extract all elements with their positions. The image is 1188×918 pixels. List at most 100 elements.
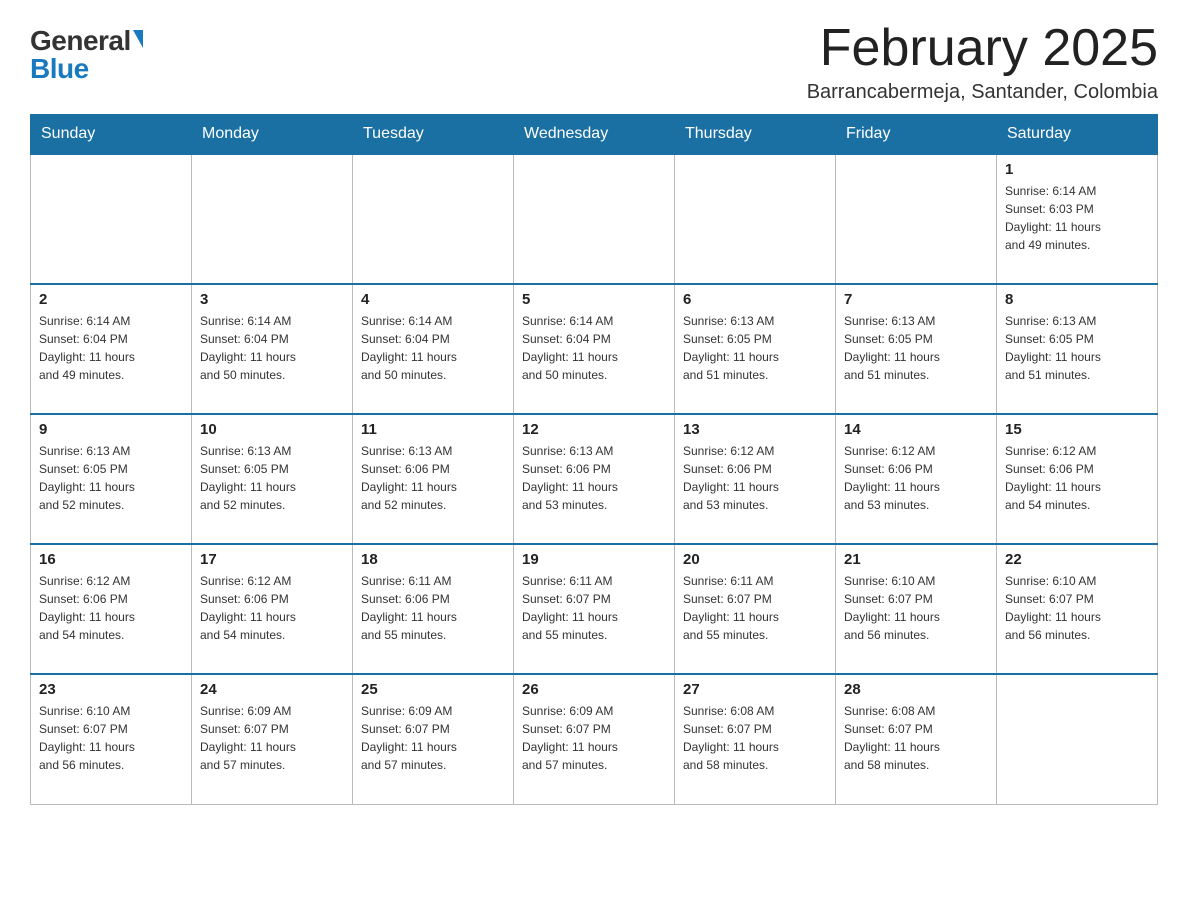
day-info: Sunrise: 6:13 AMSunset: 6:05 PMDaylight:… <box>844 312 988 384</box>
day-number: 13 <box>683 421 827 438</box>
day-number: 8 <box>1005 291 1149 308</box>
calendar-day-header: Wednesday <box>514 115 675 155</box>
calendar-cell: 20 Sunrise: 6:11 AMSunset: 6:07 PMDayligh… <box>675 544 836 674</box>
calendar-week-row: 1 Sunrise: 6:14 AMSunset: 6:03 PMDaylight… <box>31 154 1158 284</box>
month-title: February 2025 <box>807 20 1158 77</box>
day-info: Sunrise: 6:14 AMSunset: 6:04 PMDaylight:… <box>200 312 344 384</box>
calendar-cell: 14 Sunrise: 6:12 AMSunset: 6:06 PMDayligh… <box>836 414 997 544</box>
day-info: Sunrise: 6:08 AMSunset: 6:07 PMDaylight:… <box>683 702 827 774</box>
calendar-cell <box>997 674 1158 804</box>
day-info: Sunrise: 6:13 AMSunset: 6:05 PMDaylight:… <box>200 442 344 514</box>
day-info: Sunrise: 6:13 AMSunset: 6:06 PMDaylight:… <box>361 442 505 514</box>
day-number: 21 <box>844 551 988 568</box>
day-info: Sunrise: 6:11 AMSunset: 6:07 PMDaylight:… <box>522 572 666 644</box>
calendar-cell: 2 Sunrise: 6:14 AMSunset: 6:04 PMDaylight… <box>31 284 192 414</box>
day-info: Sunrise: 6:14 AMSunset: 6:04 PMDaylight:… <box>522 312 666 384</box>
calendar-cell <box>31 154 192 284</box>
calendar-cell: 15Sunrise: 6:12 AMSunset: 6:06 PMDayligh… <box>997 414 1158 544</box>
logo-blue-text: Blue <box>30 53 89 85</box>
calendar-cell: 4 Sunrise: 6:14 AMSunset: 6:04 PMDaylight… <box>353 284 514 414</box>
calendar-header-row: SundayMondayTuesdayWednesdayThursdayFrid… <box>31 115 1158 155</box>
day-info: Sunrise: 6:14 AMSunset: 6:03 PMDaylight:… <box>1005 182 1149 254</box>
calendar-cell <box>514 154 675 284</box>
day-number: 23 <box>39 681 183 698</box>
calendar-cell: 8 Sunrise: 6:13 AMSunset: 6:05 PMDaylight… <box>997 284 1158 414</box>
calendar-day-header: Thursday <box>675 115 836 155</box>
calendar-cell: 7 Sunrise: 6:13 AMSunset: 6:05 PMDaylight… <box>836 284 997 414</box>
calendar-cell: 26Sunrise: 6:09 AMSunset: 6:07 PMDayligh… <box>514 674 675 804</box>
day-info: Sunrise: 6:13 AMSunset: 6:06 PMDaylight:… <box>522 442 666 514</box>
calendar-cell: 16 Sunrise: 6:12 AMSunset: 6:06 PMDayligh… <box>31 544 192 674</box>
calendar-cell: 17 Sunrise: 6:12 AMSunset: 6:06 PMDayligh… <box>192 544 353 674</box>
day-info: Sunrise: 6:10 AMSunset: 6:07 PMDaylight:… <box>39 702 183 774</box>
calendar-cell: 13 Sunrise: 6:12 AMSunset: 6:06 PMDayligh… <box>675 414 836 544</box>
day-number: 16 <box>39 551 183 568</box>
day-info: Sunrise: 6:13 AMSunset: 6:05 PMDaylight:… <box>1005 312 1149 384</box>
day-number: 6 <box>683 291 827 308</box>
calendar-cell: 5 Sunrise: 6:14 AMSunset: 6:04 PMDaylight… <box>514 284 675 414</box>
calendar-cell: 10 Sunrise: 6:13 AMSunset: 6:05 PMDayligh… <box>192 414 353 544</box>
day-info: Sunrise: 6:09 AMSunset: 6:07 PMDaylight:… <box>200 702 344 774</box>
logo-triangle-icon <box>133 30 143 48</box>
day-number: 9 <box>39 421 183 438</box>
calendar-cell: 9 Sunrise: 6:13 AMSunset: 6:05 PMDaylight… <box>31 414 192 544</box>
day-info: Sunrise: 6:12 AMSunset: 6:06 PMDaylight:… <box>200 572 344 644</box>
logo: General Blue <box>30 20 143 85</box>
day-number: 28 <box>844 681 988 698</box>
day-number: 4 <box>361 291 505 308</box>
calendar-day-header: Tuesday <box>353 115 514 155</box>
calendar-day-header: Saturday <box>997 115 1158 155</box>
day-number: 1 <box>1005 161 1149 178</box>
day-info: Sunrise: 6:13 AMSunset: 6:05 PMDaylight:… <box>683 312 827 384</box>
day-number: 5 <box>522 291 666 308</box>
day-number: 17 <box>200 551 344 568</box>
calendar-cell: 27 Sunrise: 6:08 AMSunset: 6:07 PMDayligh… <box>675 674 836 804</box>
day-number: 11 <box>361 421 505 438</box>
calendar-table: SundayMondayTuesdayWednesdayThursdayFrid… <box>30 114 1158 805</box>
calendar-week-row: 9 Sunrise: 6:13 AMSunset: 6:05 PMDaylight… <box>31 414 1158 544</box>
page-header: General Blue February 2025 Barrancaberme… <box>30 20 1158 104</box>
calendar-cell: 23 Sunrise: 6:10 AMSunset: 6:07 PMDayligh… <box>31 674 192 804</box>
day-info: Sunrise: 6:09 AMSunset: 6:07 PMDaylight:… <box>361 702 505 774</box>
day-info: Sunrise: 6:14 AMSunset: 6:04 PMDaylight:… <box>361 312 505 384</box>
calendar-cell: 28Sunrise: 6:08 AMSunset: 6:07 PMDayligh… <box>836 674 997 804</box>
calendar-cell: 21 Sunrise: 6:10 AMSunset: 6:07 PMDayligh… <box>836 544 997 674</box>
day-info: Sunrise: 6:11 AMSunset: 6:07 PMDaylight:… <box>683 572 827 644</box>
day-number: 3 <box>200 291 344 308</box>
calendar-cell: 25Sunrise: 6:09 AMSunset: 6:07 PMDayligh… <box>353 674 514 804</box>
calendar-cell: 22 Sunrise: 6:10 AMSunset: 6:07 PMDayligh… <box>997 544 1158 674</box>
calendar-cell <box>675 154 836 284</box>
calendar-cell: 1 Sunrise: 6:14 AMSunset: 6:03 PMDaylight… <box>997 154 1158 284</box>
calendar-cell: 12Sunrise: 6:13 AMSunset: 6:06 PMDayligh… <box>514 414 675 544</box>
day-info: Sunrise: 6:12 AMSunset: 6:06 PMDaylight:… <box>844 442 988 514</box>
day-info: Sunrise: 6:14 AMSunset: 6:04 PMDaylight:… <box>39 312 183 384</box>
day-number: 24 <box>200 681 344 698</box>
day-number: 26 <box>522 681 666 698</box>
calendar-day-header: Friday <box>836 115 997 155</box>
day-info: Sunrise: 6:10 AMSunset: 6:07 PMDaylight:… <box>844 572 988 644</box>
calendar-cell: 18Sunrise: 6:11 AMSunset: 6:06 PMDayligh… <box>353 544 514 674</box>
calendar-week-row: 16 Sunrise: 6:12 AMSunset: 6:06 PMDayligh… <box>31 544 1158 674</box>
day-info: Sunrise: 6:11 AMSunset: 6:06 PMDaylight:… <box>361 572 505 644</box>
calendar-cell <box>353 154 514 284</box>
calendar-cell: 11 Sunrise: 6:13 AMSunset: 6:06 PMDayligh… <box>353 414 514 544</box>
day-number: 27 <box>683 681 827 698</box>
day-number: 15 <box>1005 421 1149 438</box>
calendar-cell: 6 Sunrise: 6:13 AMSunset: 6:05 PMDaylight… <box>675 284 836 414</box>
day-number: 7 <box>844 291 988 308</box>
day-number: 20 <box>683 551 827 568</box>
day-info: Sunrise: 6:13 AMSunset: 6:05 PMDaylight:… <box>39 442 183 514</box>
day-number: 14 <box>844 421 988 438</box>
calendar-week-row: 23 Sunrise: 6:10 AMSunset: 6:07 PMDayligh… <box>31 674 1158 804</box>
calendar-cell <box>836 154 997 284</box>
title-section: February 2025 Barrancabermeja, Santander… <box>807 20 1158 104</box>
day-number: 10 <box>200 421 344 438</box>
day-number: 22 <box>1005 551 1149 568</box>
day-number: 2 <box>39 291 183 308</box>
day-info: Sunrise: 6:12 AMSunset: 6:06 PMDaylight:… <box>39 572 183 644</box>
day-info: Sunrise: 6:10 AMSunset: 6:07 PMDaylight:… <box>1005 572 1149 644</box>
calendar-cell: 19Sunrise: 6:11 AMSunset: 6:07 PMDayligh… <box>514 544 675 674</box>
calendar-week-row: 2 Sunrise: 6:14 AMSunset: 6:04 PMDaylight… <box>31 284 1158 414</box>
day-info: Sunrise: 6:12 AMSunset: 6:06 PMDaylight:… <box>683 442 827 514</box>
calendar-cell: 24 Sunrise: 6:09 AMSunset: 6:07 PMDayligh… <box>192 674 353 804</box>
